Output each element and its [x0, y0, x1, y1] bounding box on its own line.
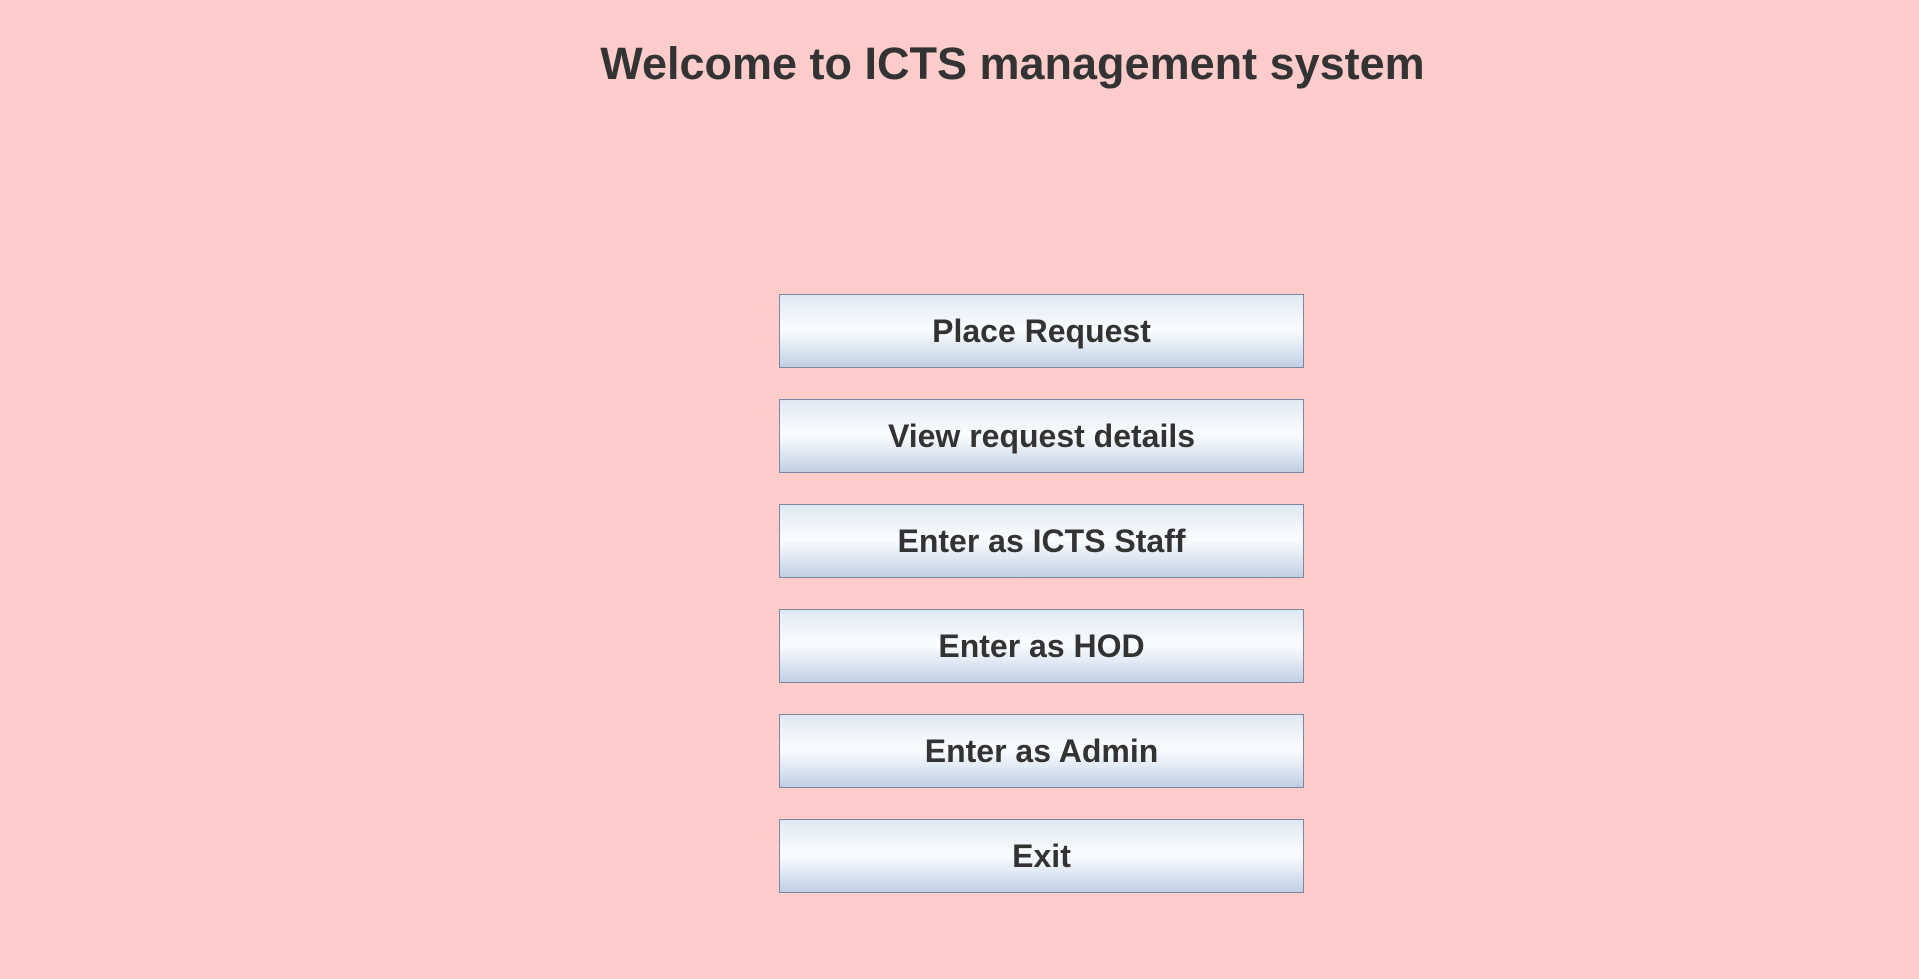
exit-button[interactable]: Exit [779, 819, 1304, 893]
place-request-button[interactable]: Place Request [779, 294, 1304, 368]
enter-as-admin-button[interactable]: Enter as Admin [779, 714, 1304, 788]
page-title: Welcome to ICTS management system [600, 38, 1425, 89]
main-menu: Place Request View request details Enter… [779, 294, 1304, 893]
enter-as-hod-button[interactable]: Enter as HOD [779, 609, 1304, 683]
enter-as-icts-staff-button[interactable]: Enter as ICTS Staff [779, 504, 1304, 578]
view-request-details-button[interactable]: View request details [779, 399, 1304, 473]
